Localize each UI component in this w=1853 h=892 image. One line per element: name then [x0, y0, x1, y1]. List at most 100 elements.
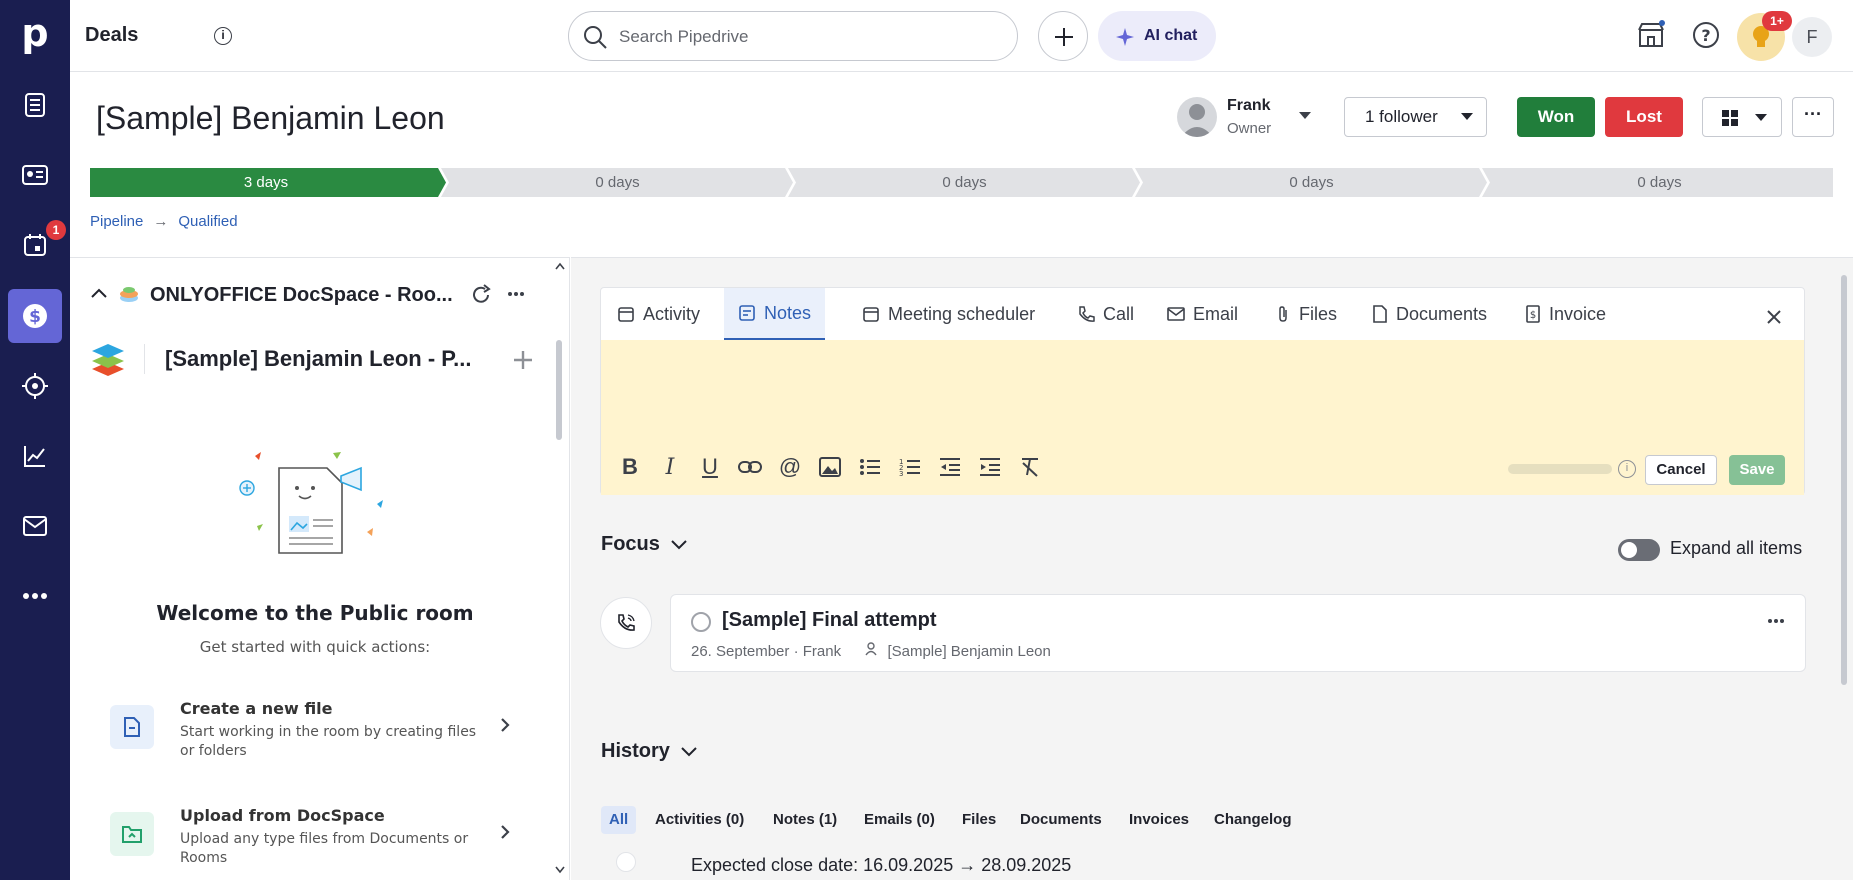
mention-icon[interactable]: @: [777, 454, 803, 480]
nav-projects-icon[interactable]: [8, 359, 62, 413]
nav-insights-icon[interactable]: [8, 429, 62, 483]
underline-icon[interactable]: U: [697, 454, 723, 480]
history-tab-files[interactable]: Files: [954, 806, 1004, 834]
pipedrive-logo[interactable]: p: [16, 14, 54, 52]
right-panel-scrollbar[interactable]: [1841, 275, 1847, 685]
tab-email[interactable]: Email: [1153, 288, 1252, 340]
owner-name[interactable]: Frank: [1227, 97, 1271, 115]
mail-icon: [1167, 307, 1185, 321]
help-icon[interactable]: ?: [1691, 20, 1721, 50]
bold-icon[interactable]: B: [617, 454, 643, 480]
user-avatar[interactable]: F: [1792, 17, 1832, 57]
focus-heading-label: Focus: [601, 533, 660, 555]
nav-mail-icon[interactable]: [8, 499, 62, 553]
pipeline-stage-bar: 3 days 0 days 0 days 0 days 0 days: [90, 168, 1833, 197]
activity-owner: Frank: [802, 643, 842, 660]
create-file-action[interactable]: Create a new file Start working in the r…: [110, 699, 530, 785]
owner-avatar[interactable]: [1177, 97, 1217, 137]
close-icon[interactable]: [1767, 310, 1781, 324]
welcome-title: Welcome to the Public room: [156, 601, 474, 625]
tab-notes[interactable]: Notes: [724, 288, 826, 340]
nav-leads-icon[interactable]: [8, 78, 62, 132]
tab-meeting-scheduler[interactable]: Meeting scheduler: [848, 288, 1049, 340]
panel-more-icon[interactable]: [507, 291, 525, 297]
tab-invoice[interactable]: $ Invoice: [1511, 288, 1620, 340]
history-tab-invoices[interactable]: Invoices: [1121, 806, 1197, 834]
followers-button[interactable]: 1 follower: [1344, 97, 1487, 137]
nav-contacts-icon[interactable]: [8, 148, 62, 202]
upload-folder-icon: [110, 812, 154, 856]
breadcrumb-pipeline[interactable]: Pipeline: [90, 213, 143, 230]
layout-view-button[interactable]: [1702, 97, 1782, 137]
activity-more-icon[interactable]: [1768, 618, 1784, 624]
owner-role: Owner: [1227, 120, 1272, 137]
cancel-button[interactable]: Cancel: [1645, 455, 1717, 485]
onlyoffice-logo-icon: [92, 344, 124, 376]
history-heading[interactable]: History: [601, 740, 698, 763]
stage-5[interactable]: 0 days: [1486, 168, 1833, 197]
info-icon[interactable]: i: [1618, 460, 1636, 478]
italic-icon[interactable]: I: [657, 454, 683, 480]
history-tab-documents[interactable]: Documents: [1012, 806, 1110, 834]
focus-activity-card[interactable]: [Sample] Final attempt 26. September · F…: [670, 594, 1806, 672]
outdent-icon[interactable]: [937, 454, 963, 480]
history-tab-all[interactable]: All: [601, 806, 637, 834]
link-icon[interactable]: [737, 454, 763, 480]
history-tab-activities[interactable]: Activities (0): [647, 806, 752, 834]
scroll-up-icon[interactable]: [555, 262, 565, 270]
owner-caret-down-icon[interactable]: [1298, 111, 1312, 121]
bullet-list-icon[interactable]: [857, 454, 883, 480]
note-textarea[interactable]: B I U @ 123 i Cancel Save: [601, 340, 1804, 495]
focus-heading[interactable]: Focus: [601, 533, 688, 556]
clear-formatting-icon[interactable]: [1017, 454, 1043, 480]
title-divider: [144, 344, 145, 374]
nav-activities-icon[interactable]: 1: [8, 218, 66, 272]
breadcrumb-stage[interactable]: Qualified: [178, 213, 237, 230]
activity-title[interactable]: [Sample] Final attempt: [722, 609, 936, 632]
add-icon[interactable]: [512, 349, 534, 371]
tab-call[interactable]: Call: [1063, 288, 1148, 340]
mark-done-checkbox[interactable]: [691, 612, 711, 632]
plus-icon: [1055, 28, 1073, 46]
history-item-label: Expected close date: [691, 855, 854, 875]
phone-icon: [1079, 306, 1095, 322]
info-icon[interactable]: i: [214, 27, 232, 45]
image-icon[interactable]: [817, 454, 843, 480]
composer-tabs: Activity Notes Meeting scheduler Call Em…: [601, 288, 1804, 340]
scroll-down-icon[interactable]: [555, 866, 565, 874]
quick-add-button[interactable]: [1038, 11, 1088, 61]
stage-1[interactable]: 3 days: [90, 168, 442, 197]
svg-text:3: 3: [899, 470, 903, 477]
won-button[interactable]: Won: [1517, 97, 1595, 137]
stage-3[interactable]: 0 days: [792, 168, 1137, 197]
public-room-illustration: [239, 452, 383, 554]
save-button[interactable]: Save: [1729, 455, 1785, 485]
deal-more-actions-button[interactable]: ···: [1792, 97, 1834, 137]
history-tab-changelog[interactable]: Changelog: [1206, 806, 1300, 834]
ai-chat-button[interactable]: AI chat: [1098, 11, 1216, 61]
tab-activity[interactable]: Activity: [601, 288, 716, 340]
calendar-icon: [618, 307, 634, 322]
deal-title[interactable]: [Sample] Benjamin Leon: [96, 100, 445, 137]
expand-all-toggle[interactable]: [1618, 539, 1660, 561]
search-input[interactable]: Search Pipedrive: [568, 11, 1018, 61]
stage-4[interactable]: 0 days: [1139, 168, 1484, 197]
tab-files[interactable]: Files: [1261, 288, 1351, 340]
nav-deals-icon[interactable]: $: [8, 289, 62, 343]
lost-button[interactable]: Lost: [1605, 97, 1683, 137]
tab-documents[interactable]: Documents: [1358, 288, 1501, 340]
history-item: Expected close date: 16.09.2025 → 28.09.…: [691, 855, 1071, 876]
stage-2[interactable]: 0 days: [445, 168, 790, 197]
indent-icon[interactable]: [977, 454, 1003, 480]
refresh-icon[interactable]: [470, 284, 492, 306]
upload-from-docspace-action[interactable]: Upload from DocSpace Upload any type fil…: [110, 806, 530, 892]
left-panel-scrollbar[interactable]: [556, 340, 562, 440]
marketplace-icon[interactable]: [1636, 20, 1666, 50]
collapse-chevron-up-icon[interactable]: [91, 288, 107, 298]
history-tab-emails[interactable]: Emails (0): [856, 806, 943, 834]
search-icon: [584, 26, 607, 49]
nav-more-icon[interactable]: [8, 569, 62, 623]
numbered-list-icon[interactable]: 123: [897, 454, 923, 480]
activity-person[interactable]: [Sample] Benjamin Leon: [887, 643, 1050, 660]
history-tab-notes[interactable]: Notes (1): [765, 806, 845, 834]
